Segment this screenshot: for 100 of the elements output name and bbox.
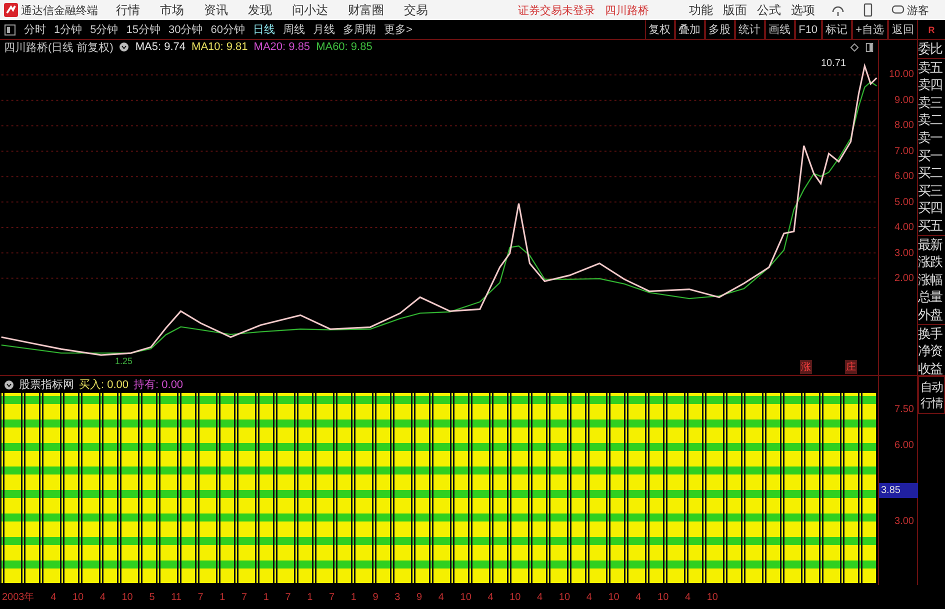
ma-value: MA5: 9.74 [135, 41, 186, 53]
quote-field-label[interactable]: 买四 [918, 199, 945, 217]
date-axis-label: 1 [220, 592, 226, 602]
quote-field-label[interactable]: 买一 [918, 146, 945, 164]
corner-label: R [927, 24, 936, 34]
toolbar-button[interactable]: 标记 [822, 20, 852, 39]
quote-field-label[interactable]: 卖三 [918, 94, 945, 112]
date-axis-label: 10 [122, 592, 133, 602]
period-tab[interactable]: 分时 [24, 22, 46, 37]
period-tab[interactable]: 日线 [253, 22, 275, 37]
date-axis-label: 10 [558, 592, 570, 602]
quote-field-label[interactable]: 换手 [918, 324, 945, 342]
buy-value: 买入: 0.00 [79, 378, 129, 392]
period-tab[interactable]: 月线 [313, 22, 335, 37]
hold-value: 持有: 0.00 [134, 378, 184, 392]
date-axis-label: 1 [307, 592, 313, 602]
indicator-axis-label: 7.50 [894, 403, 915, 417]
period-tab[interactable]: 1分钟 [54, 22, 82, 37]
menu-item[interactable]: 选项 [791, 2, 815, 18]
app-title: 通达信金融终端 [21, 4, 98, 18]
period-tab[interactable]: 周线 [283, 22, 305, 37]
toolbar-button[interactable]: F10 [794, 20, 822, 39]
price-axis-label: 4.00 [894, 221, 915, 235]
diamond-icon[interactable] [850, 42, 859, 52]
high-price-label: 10.71 [821, 58, 846, 69]
phone-icon[interactable] [861, 3, 875, 17]
date-axis-label: 4 [50, 592, 56, 602]
price-axis-label: 9.00 [894, 94, 915, 108]
menu-item[interactable]: 发现 [248, 2, 272, 18]
panel-icon[interactable] [4, 24, 16, 36]
date-axis-label: 10 [608, 592, 620, 602]
toolbar-button[interactable]: 叠加 [674, 20, 705, 39]
quote-field-label[interactable]: 涨幅 [918, 270, 945, 288]
quote-field-label[interactable]: 买五 [918, 216, 945, 235]
quote-field-label[interactable]: 卖四 [918, 76, 945, 94]
toolbar-button[interactable]: +自选 [852, 20, 888, 39]
price-axis-label: 3.00 [894, 246, 915, 260]
period-tab[interactable]: 30分钟 [168, 22, 203, 37]
toolbar-button[interactable]: 复权 [644, 20, 675, 39]
quote-field-label[interactable]: 净资 [918, 342, 945, 360]
auto-quote-button[interactable]: 自动行情 [918, 376, 945, 414]
date-axis-label: 7 [285, 592, 291, 602]
menu-item[interactable]: 问小达 [292, 2, 328, 18]
menu-item[interactable]: 公式 [757, 2, 781, 18]
square-icon[interactable] [865, 42, 874, 52]
menu-item[interactable]: 功能 [689, 2, 713, 18]
indicator-axis-label: 3.00 [894, 515, 915, 529]
login-notice[interactable]: 证券交易未登录 [518, 2, 595, 18]
menu-item[interactable]: 资讯 [204, 2, 228, 18]
ma-value: MA10: 9.81 [192, 41, 248, 53]
date-axis-label: 7 [242, 592, 248, 602]
price-axis-label: 5.00 [894, 196, 915, 210]
indicator-axis-label: 6.00 [894, 439, 915, 453]
quote-field-label[interactable]: 卖五 [918, 58, 945, 76]
quote-field-label[interactable]: 买二 [918, 164, 945, 182]
date-axis-label: 10 [72, 592, 84, 602]
menu-item[interactable]: 财富圈 [348, 2, 384, 18]
quote-field-label[interactable]: 买三 [918, 182, 945, 200]
period-tab[interactable]: 多周期 [343, 22, 376, 37]
menu-item[interactable]: 交易 [404, 2, 428, 18]
quote-field-label[interactable]: 总量 [918, 288, 945, 306]
menu-item[interactable]: 市场 [160, 2, 184, 18]
quote-field-label[interactable]: 卖二 [918, 111, 945, 129]
quote-field-label[interactable]: 涨跌 [918, 253, 945, 271]
period-tab[interactable]: 5分钟 [90, 22, 118, 37]
quote-field-label[interactable]: 外盘 [918, 306, 945, 324]
price-axis-label: 8.00 [894, 119, 915, 133]
date-axis-label: 4 [488, 592, 494, 602]
date-axis-label: 9 [372, 592, 378, 602]
quote-field-label[interactable]: 收益 [918, 360, 945, 378]
date-axis-label: 9 [416, 592, 422, 602]
date-axis-label: 4 [438, 592, 444, 602]
date-axis-label: 3 [394, 592, 400, 602]
ma-value: MA20: 9.85 [254, 41, 310, 53]
ma-value: MA60: 9.85 [316, 41, 372, 53]
chart-title: 四川路桥(日线 前复权) [4, 40, 114, 54]
toolbar-button[interactable]: 多股 [704, 20, 735, 39]
quote-field-label[interactable]: 最新 [918, 234, 945, 254]
menu-item[interactable]: 行情 [116, 2, 140, 18]
price-axis-label: 7.00 [894, 144, 915, 158]
price-axis-label: 6.00 [894, 170, 915, 184]
user-label[interactable]: 游客 [907, 2, 929, 18]
price-axis-label: 10.00 [888, 68, 915, 82]
signal-marker: 涨 [800, 360, 812, 374]
date-axis-label: 4 [684, 592, 691, 602]
date-axis-label: 4 [537, 592, 543, 602]
menu-item[interactable]: 版面 [723, 2, 747, 18]
date-axis-label: 10 [706, 592, 718, 602]
toolbar-button[interactable]: 统计 [734, 20, 765, 39]
toolbar-button[interactable]: 画线 [764, 20, 795, 39]
more-button[interactable]: 更多> [384, 22, 412, 37]
period-tab[interactable]: 15分钟 [126, 22, 160, 37]
toolbar-button[interactable]: 返回 [888, 20, 918, 39]
indicator-title: 股票指标网 [19, 378, 74, 392]
date-axis-label: 4 [636, 592, 642, 602]
quote-field-label[interactable]: 卖一 [918, 128, 945, 147]
date-axis-label: 1 [263, 592, 269, 602]
quote-field-label[interactable]: 委比 [918, 40, 945, 58]
period-tab[interactable]: 60分钟 [210, 22, 245, 37]
date-axis-label: 7 [329, 592, 335, 602]
